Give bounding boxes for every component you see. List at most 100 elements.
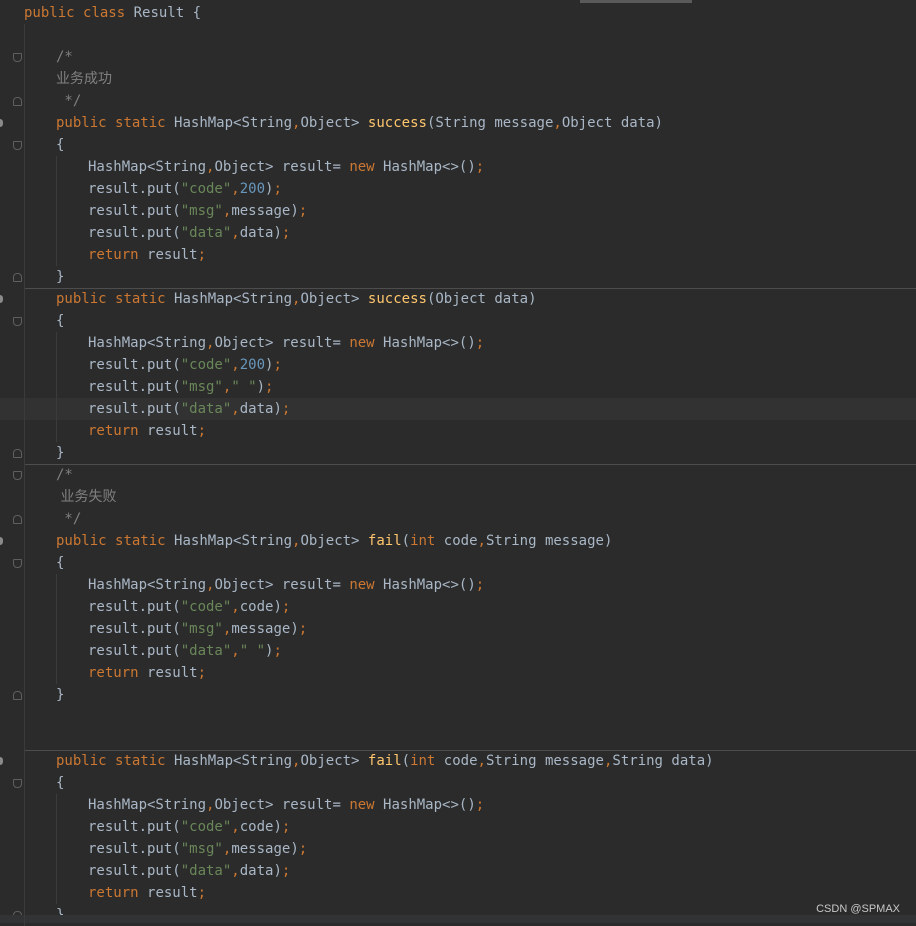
code-line[interactable]: result.put("data",data); <box>0 222 916 244</box>
code-token: "msg" <box>180 379 223 395</box>
code-token: Object> <box>300 533 368 549</box>
code-token: result.put( <box>88 379 181 395</box>
code-token: ; <box>197 885 207 901</box>
code-line[interactable]: result.put("code",200); <box>0 354 916 376</box>
code-token: Object> result= <box>214 577 350 593</box>
code-line-text: { <box>56 772 64 794</box>
code-token: return <box>88 247 148 263</box>
code-token: result <box>147 247 198 263</box>
method-separator <box>24 288 916 289</box>
code-token: , <box>231 181 240 197</box>
code-token: class <box>83 5 134 21</box>
code-line[interactable]: 业务成功 <box>0 68 916 90</box>
code-token: HashMap<String <box>174 115 293 131</box>
code-token: , <box>231 357 240 373</box>
code-line[interactable]: result.put("data",data); <box>0 860 916 882</box>
code-token: ; <box>298 841 308 857</box>
code-line[interactable]: public static HashMap<String,Object> suc… <box>0 112 916 134</box>
code-line-text: 业务成功 <box>56 68 112 90</box>
indent-guide <box>56 574 57 684</box>
code-line[interactable]: result.put("code",200); <box>0 178 916 200</box>
method-separator <box>24 750 916 751</box>
code-line[interactable]: result.put("msg",message); <box>0 838 916 860</box>
code-token: ; <box>273 181 282 197</box>
code-line[interactable]: */ <box>0 508 916 530</box>
code-line[interactable]: HashMap<String,Object> result= new HashM… <box>0 794 916 816</box>
code-token: result <box>147 423 198 439</box>
code-line-text: /* <box>56 464 73 486</box>
code-token: result.put( <box>88 599 181 615</box>
code-token: */ <box>56 511 82 527</box>
code-token: HashMap<String <box>174 291 293 307</box>
indent-guide <box>56 156 57 266</box>
code-line[interactable]: /* <box>0 464 916 486</box>
code-line[interactable]: { <box>0 310 916 332</box>
code-token: result.put( <box>88 357 181 373</box>
code-token: ; <box>281 863 291 879</box>
code-line[interactable]: } <box>0 442 916 464</box>
code-line[interactable]: result.put("data",data); <box>0 398 916 420</box>
code-line[interactable]: HashMap<String,Object> result= new HashM… <box>0 332 916 354</box>
code-token: "msg" <box>180 203 223 219</box>
code-line-text: result.put("code",200); <box>88 354 282 376</box>
code-token: static <box>115 291 175 307</box>
code-token: "msg" <box>180 621 223 637</box>
code-line[interactable]: result.put("code",code); <box>0 596 916 618</box>
code-line[interactable]: public class Result { <box>0 2 916 24</box>
code-token: code) <box>239 599 282 615</box>
code-token: Object data) <box>561 115 663 131</box>
code-line[interactable]: { <box>0 772 916 794</box>
code-line[interactable]: result.put("data"," "); <box>0 640 916 662</box>
code-token: result.put( <box>88 643 181 659</box>
code-token: HashMap<String <box>88 335 207 351</box>
code-line[interactable]: result.put("code",code); <box>0 816 916 838</box>
code-token: */ <box>56 93 82 109</box>
code-line-text: HashMap<String,Object> result= new HashM… <box>88 156 484 178</box>
code-line[interactable]: return result; <box>0 420 916 442</box>
code-token: , <box>231 225 240 241</box>
code-token: , <box>231 401 240 417</box>
code-line[interactable]: { <box>0 552 916 574</box>
code-token: HashMap<String <box>174 753 293 769</box>
code-line-text: public static HashMap<String, Object> fai… <box>56 750 714 772</box>
code-line[interactable]: } <box>0 684 916 706</box>
code-line[interactable]: result.put("msg",message); <box>0 200 916 222</box>
code-line[interactable] <box>0 706 916 728</box>
code-line[interactable]: public static HashMap<String, Object> fai… <box>0 750 916 772</box>
code-token: "code" <box>180 819 232 835</box>
indent-guide <box>56 794 57 904</box>
code-line[interactable]: public static HashMap<String,Object> suc… <box>0 288 916 310</box>
code-line[interactable]: */ <box>0 90 916 112</box>
code-line[interactable] <box>0 728 916 750</box>
code-line-text: { <box>56 134 64 156</box>
code-token: new <box>349 797 384 813</box>
code-line[interactable] <box>0 24 916 46</box>
code-line-text: HashMap<String,Object> result= new HashM… <box>88 574 484 596</box>
code-line-text: /* <box>56 46 73 68</box>
horizontal-scrollbar[interactable] <box>0 915 916 923</box>
code-token: public <box>56 291 116 307</box>
code-line[interactable]: HashMap<String,Object> result= new HashM… <box>0 156 916 178</box>
code-token: 业务失败 <box>56 489 117 505</box>
code-token: result.put( <box>88 181 181 197</box>
code-token: int <box>410 753 444 769</box>
code-line[interactable]: } <box>0 266 916 288</box>
code-line[interactable]: public static HashMap<String, Object> fai… <box>0 530 916 552</box>
code-line[interactable]: HashMap<String,Object> result= new HashM… <box>0 574 916 596</box>
code-line[interactable]: 业务失败 <box>0 486 916 508</box>
code-line-text: */ <box>56 90 81 112</box>
code-token: message) <box>231 621 299 637</box>
code-token: code) <box>239 819 282 835</box>
code-token: ( <box>401 753 411 769</box>
code-token: code <box>443 533 478 549</box>
code-line[interactable]: return result; <box>0 882 916 904</box>
code-line[interactable]: /* <box>0 46 916 68</box>
code-token: ; <box>298 621 308 637</box>
code-line[interactable]: { <box>0 134 916 156</box>
code-token: , <box>231 599 240 615</box>
code-token: HashMap<String <box>174 533 293 549</box>
code-line[interactable]: result.put("msg"," "); <box>0 376 916 398</box>
code-line[interactable]: return result; <box>0 662 916 684</box>
code-line[interactable]: result.put("msg",message); <box>0 618 916 640</box>
code-line[interactable]: return result; <box>0 244 916 266</box>
